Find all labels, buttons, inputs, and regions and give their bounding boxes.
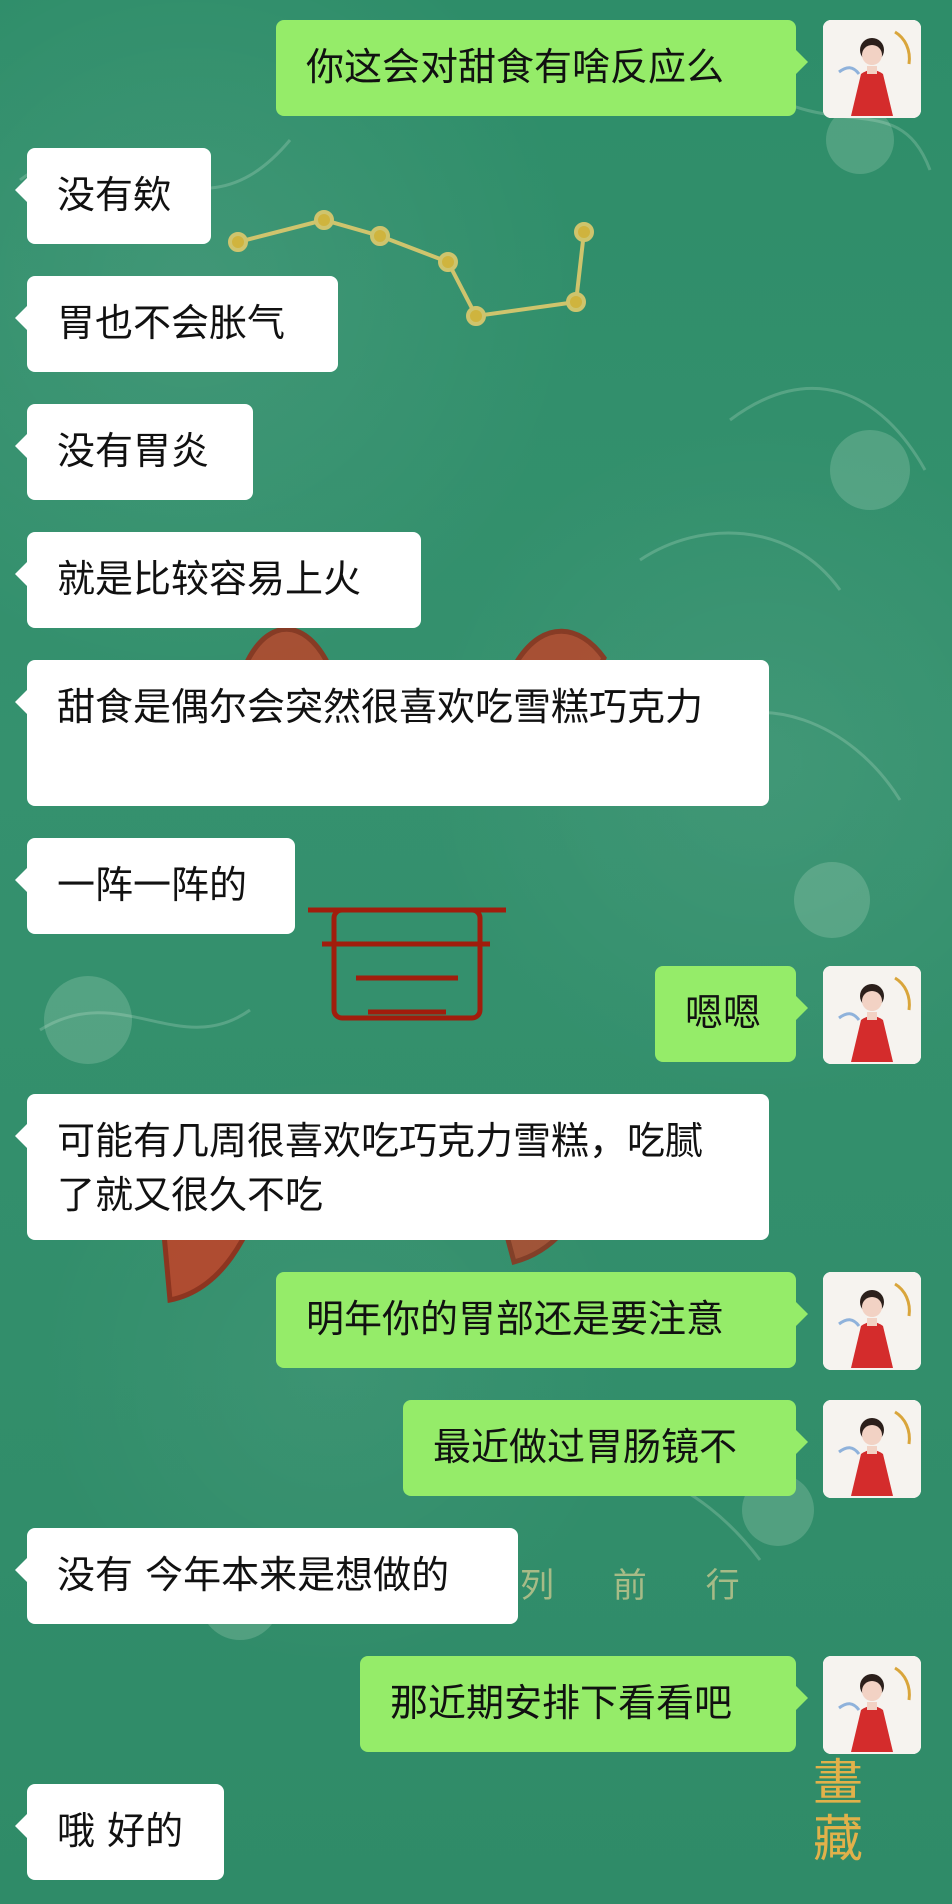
profile-avatar[interactable] (823, 20, 921, 118)
message-text: 胃也不会胀气 (57, 301, 286, 345)
outgoing-message: 明年你的胃部还是要注意 (276, 1272, 808, 1368)
message-text: 甜食是偶尔会突然很喜欢吃雪糕巧克力 (57, 685, 704, 729)
incoming-message: 甜食是偶尔会突然很喜欢吃雪糕巧克力 (15, 660, 769, 806)
incoming-message: 胃也不会胀气 (15, 276, 338, 372)
outgoing-message: 嗯嗯 (655, 966, 808, 1062)
profile-avatar-icon (823, 1656, 921, 1754)
profile-avatar-icon (823, 1400, 921, 1498)
profile-avatar[interactable] (823, 1400, 921, 1498)
message-text: 一阵一阵的 (57, 863, 248, 907)
message-text: 那近期安排下看看吧 (390, 1681, 733, 1725)
profile-avatar[interactable] (823, 1656, 921, 1754)
incoming-message: 没有胃炎 (15, 404, 253, 500)
message-text: 没有 今年本来是想做的 (57, 1553, 450, 1597)
message-text: 可能有几周很喜欢吃巧克力雪糕，吃腻了就又很久不吃 (57, 1119, 704, 1217)
background-watermark-text: 列 前 行 (520, 1566, 764, 1606)
message-text: 你这会对甜食有啥反应么 (306, 45, 725, 89)
outgoing-message: 那近期安排下看看吧 (360, 1656, 808, 1752)
outgoing-message: 最近做过胃肠镜不 (403, 1400, 808, 1496)
message-text: 明年你的胃部还是要注意 (306, 1297, 725, 1341)
profile-avatar-icon (823, 966, 921, 1064)
outgoing-message: 你这会对甜食有啥反应么 (276, 20, 808, 116)
profile-avatar-icon (823, 1272, 921, 1370)
incoming-message: 没有欸 (15, 148, 211, 244)
incoming-message: 就是比较容易上火 (15, 532, 421, 628)
incoming-message: 可能有几周很喜欢吃巧克力雪糕，吃腻了就又很久不吃 (15, 1094, 769, 1240)
incoming-message: 一阵一阵的 (15, 838, 295, 934)
profile-avatar[interactable] (823, 1272, 921, 1370)
message-text: 最近做过胃肠镜不 (433, 1425, 738, 1469)
message-text: 哦 好的 (57, 1809, 184, 1853)
background-vertical-text: 畫藏 (813, 1754, 863, 1868)
incoming-message: 没有 今年本来是想做的 (15, 1528, 518, 1624)
profile-avatar-icon (823, 20, 921, 118)
profile-avatar[interactable] (823, 966, 921, 1064)
message-text: 没有胃炎 (57, 429, 210, 473)
message-text: 嗯嗯 (685, 991, 762, 1035)
incoming-message: 哦 好的 (15, 1784, 224, 1880)
message-text: 就是比较容易上火 (57, 557, 362, 601)
message-text: 没有欸 (57, 173, 172, 217)
